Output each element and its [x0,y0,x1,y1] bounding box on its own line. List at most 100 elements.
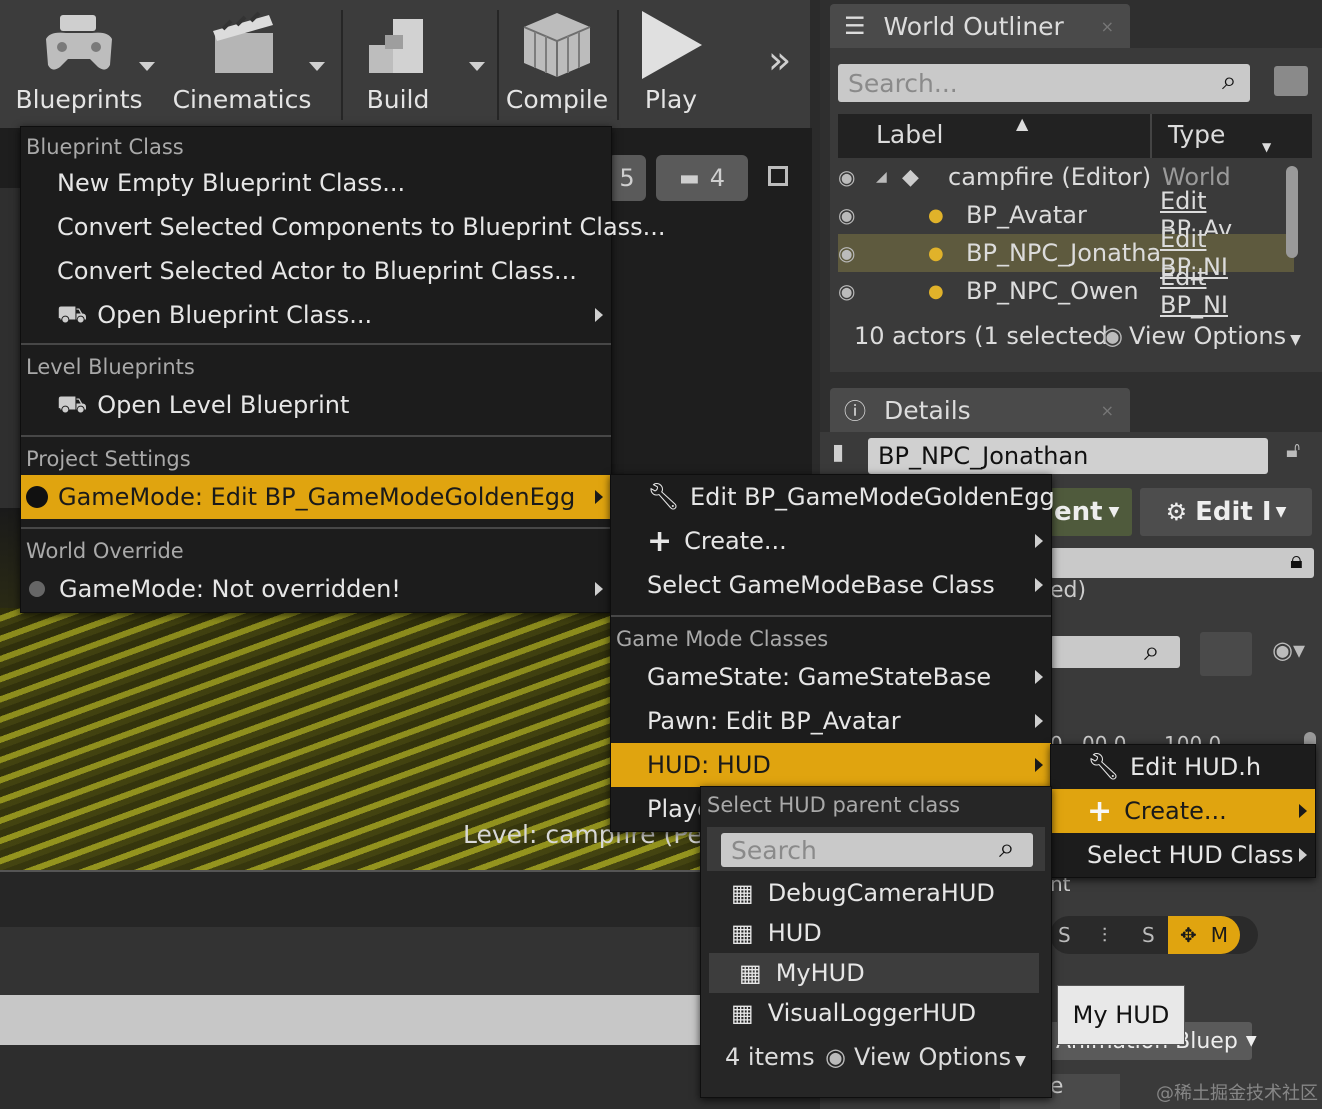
picker-search-input[interactable]: Search [721,833,1033,867]
world-icon: ◆ [902,164,919,190]
edit-gamemode-item[interactable]: 🔧︎ Edit BP_GameModeGoldenEgg [611,475,1055,519]
type-column-header[interactable]: Type [1168,120,1225,149]
outliner-status: 10 actors (1 selected [854,322,1108,350]
actor-pawn-icon: ● [928,242,944,264]
label-column-header[interactable]: Label [876,120,943,149]
world-outliner-title: World Outliner [883,11,1064,41]
transform-mode-toggle[interactable]: S ⫶ S ✥ M [1050,916,1258,954]
edit-blueprint-label: Edit I [1195,497,1272,527]
chevron-down-icon: ▼ [1108,504,1120,520]
create-hud-label: Create... [1124,797,1227,825]
visibility-eye-icon[interactable]: ◉ [838,279,928,303]
hud-class-option[interactable]: ▦ HUD [701,913,1051,953]
toolbar-divider [341,10,343,120]
plus-icon: + [647,523,673,559]
compile-button[interactable]: Compile [505,6,609,122]
convert-actor-item[interactable]: Convert Selected Actor to Blueprint Clas… [21,249,611,293]
actor-pawn-icon: ● [928,204,944,226]
scale-label[interactable]: S [1142,923,1168,947]
edit-blueprint-button[interactable]: ⚙ Edit I ▼ [1140,488,1312,536]
viewport-chip[interactable]: 5 [608,155,646,201]
lock-icon[interactable]: 🔓︎ [1286,438,1300,463]
adjust-icon[interactable]: ⫶ [1102,923,1142,947]
component-search-input[interactable] [1050,548,1314,578]
visibility-eye-icon[interactable]: ◉ [838,203,928,227]
select-gamemode-base-item[interactable]: Select GameModeBase Class [611,563,1051,607]
hud-class-option-hovered[interactable]: ▦ MyHUD [709,953,1039,993]
menu-section-header: Project Settings [26,447,191,471]
camera-speed-button[interactable]: ▬ 4 [656,155,748,201]
column-options-icon[interactable]: ▼ [1262,140,1271,154]
eye-icon[interactable]: ◉▾ [1272,636,1305,664]
compile-label: Compile [505,85,609,114]
toolbar-overflow-icon[interactable]: » [768,38,791,82]
edit-hud-item[interactable]: 🔧︎ Edit HUD.h [1051,745,1315,789]
create-hud-item[interactable]: + Create... [1051,789,1315,833]
scale-label[interactable]: S [1058,923,1102,947]
search-icon: ⌕ [1222,66,1237,96]
hud-label: HUD: HUD [647,751,771,779]
grid-view-icon[interactable] [1200,632,1252,676]
close-tab-icon[interactable]: × [1101,17,1114,36]
visibility-eye-icon[interactable]: ◉ [838,241,928,265]
build-button[interactable]: Build [352,6,444,122]
submenu-arrow-icon [1299,804,1307,818]
submenu-arrow-icon [595,582,603,596]
create-gamemode-label: Create... [684,527,787,555]
hud-item[interactable]: HUD: HUD [611,743,1051,787]
create-gamemode-item[interactable]: + Create... [611,519,1051,563]
hud-class-option[interactable]: ▦ DebugCameraHUD [701,873,1051,913]
view-options-button[interactable]: ◉ View Options ▼ [825,1043,1026,1071]
outliner-row[interactable]: ◉ ● BP_NPC_Owen Edit BP_NI [838,263,1294,319]
add-filter-icon[interactable] [1274,66,1308,96]
edit-hud-label: Edit HUD.h [1130,753,1262,781]
gamemode-override-item[interactable]: GameMode: Not overridden! [21,567,611,611]
submenu-arrow-icon [1035,670,1043,684]
info-icon: ⓘ [844,400,867,425]
pawn-item[interactable]: Pawn: Edit BP_Avatar [611,699,1051,743]
convert-components-item[interactable]: Convert Selected Components to Blueprint… [21,205,666,249]
hud-class-picker: Select HUD parent class Search ⌕ ▦ Debug… [700,786,1052,1098]
outliner-scrollbar[interactable] [1286,166,1298,258]
column-divider[interactable] [1150,114,1152,158]
cinematics-dropdown-icon[interactable] [309,62,325,71]
property-search-input[interactable] [1050,636,1180,668]
build-dropdown-icon[interactable] [469,62,485,71]
build-label: Build [366,85,430,114]
open-blueprint-class-item[interactable]: ⛟ Open Blueprint Class... [21,293,611,337]
move-mode-button[interactable]: ✥ M [1168,916,1241,954]
submenu-arrow-icon [1035,534,1043,548]
view-options-label: View Options [1128,322,1287,350]
visibility-eye-icon[interactable]: ◉ [838,165,876,189]
class-icon: ▦ [731,919,754,947]
play-button[interactable]: Play [628,6,714,122]
watermark-text: @稀土掘金技术社区 [1156,1083,1318,1104]
blueprints-button[interactable]: Blueprints [14,6,144,122]
maximize-viewport-icon[interactable] [768,166,788,186]
blueprints-label: Blueprints [15,85,143,114]
expand-arrow-icon[interactable]: ◢ [876,169,902,185]
open-level-blueprint-item[interactable]: ⛟ Open Level Blueprint [21,383,611,427]
menu-section-header: Level Blueprints [26,355,195,379]
movable-label: M [1210,923,1229,947]
actor-name-field[interactable]: BP_NPC_Jonathan [868,438,1268,474]
lock-icon[interactable]: 🔒︎ [1290,546,1303,574]
row-type-link[interactable]: Edit BP_NI [1160,263,1272,319]
gamestate-item[interactable]: GameState: GameStateBase [611,655,1051,699]
outliner-search-input[interactable]: Search... [838,64,1250,102]
hud-class-option[interactable]: ▦ VisualLoggerHUD [701,993,1051,1033]
submenu-arrow-icon [1035,714,1043,728]
open-blueprint-class-label: Open Blueprint Class... [97,301,373,329]
gamemode-edit-item[interactable]: GameMode: Edit BP_GameModeGoldenEgg [21,475,611,519]
submenu-arrow-icon [595,308,603,322]
add-component-button[interactable]: ent ▼ [1050,488,1132,536]
search-icon: ⌕ [999,831,1015,864]
new-empty-blueprint-item[interactable]: New Empty Blueprint Class... [21,161,611,205]
blueprints-dropdown-icon[interactable] [139,62,155,71]
close-tab-icon[interactable]: × [1101,401,1114,420]
select-hud-class-item[interactable]: Select HUD Class [1051,833,1315,877]
cinematics-button[interactable]: Cinematics [172,6,312,122]
details-tab[interactable]: ⓘ Details × [830,388,1130,432]
view-options-button[interactable]: ◉ View Options ▼ [1102,322,1301,350]
world-outliner-tab[interactable]: ☰ World Outliner × [830,4,1130,48]
